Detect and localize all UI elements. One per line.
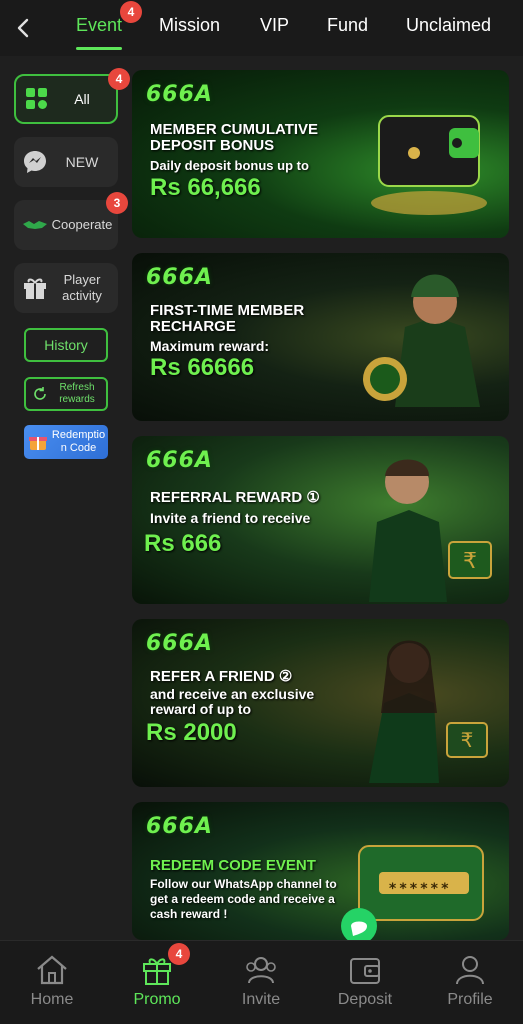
- tab-vip[interactable]: VIP: [260, 15, 289, 36]
- nav-label: Deposit: [337, 991, 393, 1008]
- sidebar-item-label: All: [74, 91, 90, 107]
- cricketer-illustration: ₹: [369, 459, 492, 602]
- sidebar-all-badge: 4: [108, 68, 130, 90]
- nav-profile[interactable]: Profile: [425, 953, 515, 1009]
- nav-promo-badge: 4: [168, 943, 190, 965]
- tab-event-badge: 4: [120, 1, 142, 23]
- banner-title: FIRST-TIME MEMBER RECHARGE: [150, 302, 305, 335]
- nav-label: Home: [30, 991, 74, 1008]
- nav-label: Profile: [447, 991, 493, 1008]
- tab-mission[interactable]: Mission: [159, 15, 220, 36]
- redeem-code-mask: ******: [388, 881, 451, 897]
- tab-event[interactable]: Event 4: [76, 1, 142, 50]
- banner-first-time-recharge[interactable]: 666A FIRST-TIME MEMBER RECHARGE Maximum …: [132, 253, 509, 421]
- chat-bolt-icon: [24, 151, 46, 173]
- sidebar-item-player-activity[interactable]: Player activity: [14, 263, 118, 313]
- banner-amount: Rs 66,666: [150, 174, 261, 201]
- sidebar-item-cooperate[interactable]: Cooperate 3: [14, 192, 128, 250]
- sidebar-item-new[interactable]: NEW: [14, 137, 118, 187]
- banner-subtitle: and receive an exclusive reward of up to: [150, 686, 315, 717]
- brand-logo: 666A: [146, 448, 213, 473]
- nav-invite[interactable]: Invite: [216, 953, 306, 1009]
- brand-logo: 666A: [146, 265, 213, 290]
- nav-label: Promo: [133, 991, 181, 1008]
- bottom-navigation: Home Promo 4 Invite Deposit Profile: [0, 940, 523, 1024]
- tab-unclaimed[interactable]: Unclaimed: [406, 15, 491, 36]
- sidebar-cooperate-badge: 3: [106, 192, 128, 214]
- redemption-code-button[interactable]: Redemption Code: [24, 425, 108, 459]
- banner-amount: Rs 2000: [146, 719, 237, 746]
- svg-text:₹: ₹: [461, 728, 474, 752]
- top-tab-bar: Event 4 Mission VIP Fund Unclaimed: [0, 0, 523, 56]
- handshake-icon: [23, 221, 47, 229]
- nav-promo[interactable]: Promo 4: [112, 943, 202, 1009]
- nav-deposit[interactable]: Deposit: [320, 953, 410, 1009]
- svg-text:₹: ₹: [463, 549, 477, 574]
- banner-redeem-code-event[interactable]: ****** 666A REDEEM CODE EVENT Follow our…: [132, 802, 509, 940]
- wallet-icon: [350, 958, 380, 984]
- nav-home[interactable]: Home: [7, 953, 97, 1009]
- home-icon: [37, 955, 67, 985]
- banner-referral-reward[interactable]: ₹ 666A REFERRAL REWARD ① Invite a friend…: [132, 436, 509, 604]
- sidebar-item-label: NEW: [65, 154, 99, 170]
- refresh-rewards-button[interactable]: Refresh rewards: [24, 377, 108, 411]
- banner-amount: Rs 666: [144, 530, 222, 557]
- profile-icon: [456, 956, 484, 985]
- refresh-rewards-label: Refresh rewards: [59, 382, 95, 405]
- invite-icon: [246, 957, 276, 984]
- banner-subtitle: Daily deposit bonus up to: [150, 158, 309, 173]
- banner-title: MEMBER CUMULATIVE DEPOSIT BONUS: [150, 121, 319, 154]
- brand-logo: 666A: [146, 82, 213, 107]
- history-button[interactable]: History: [24, 328, 108, 362]
- banner-subtitle: Follow our WhatsApp channel to get a red…: [150, 877, 337, 921]
- tab-event-label: Event: [76, 15, 123, 35]
- brand-logo: 666A: [146, 814, 213, 839]
- sidebar-item-label: Player activity: [62, 272, 102, 303]
- sidebar-item-all[interactable]: All 4: [14, 68, 130, 124]
- tab-fund[interactable]: Fund: [327, 15, 368, 36]
- banner-subtitle: Maximum reward:: [150, 338, 270, 354]
- banner-title: REFERRAL REWARD ①: [150, 489, 320, 506]
- dancer-illustration: ₹: [369, 640, 488, 783]
- refresh-icon: [34, 387, 46, 400]
- banner-cumulative-deposit[interactable]: 666A MEMBER CUMULATIVE DEPOSIT BONUS Dai…: [132, 70, 509, 238]
- banner-refer-a-friend[interactable]: ₹ 666A REFER A FRIEND ② and receive an e…: [132, 619, 509, 787]
- active-tab-underline: [76, 47, 123, 50]
- brand-logo: 666A: [146, 631, 213, 656]
- banner-amount: Rs 66666: [150, 354, 255, 381]
- back-arrow-icon[interactable]: [10, 14, 38, 42]
- redemption-code-label: Redemption Code: [51, 429, 106, 454]
- nav-label: Invite: [241, 991, 281, 1008]
- redemption-gift-icon: [29, 437, 47, 450]
- gift-icon: [24, 278, 46, 299]
- grid-icon: [26, 88, 47, 109]
- banner-title: REDEEM CODE EVENT: [150, 857, 316, 874]
- sultan-illustration: [363, 274, 480, 407]
- banner-subtitle: Invite a friend to receive: [150, 510, 311, 526]
- promo-page: Event 4 Mission VIP Fund Unclaimed All 4…: [0, 0, 523, 1024]
- sidebar-item-label: Cooperate: [51, 217, 113, 232]
- wallet-illustration: [371, 115, 487, 215]
- banner-title: REFER A FRIEND ②: [150, 668, 293, 685]
